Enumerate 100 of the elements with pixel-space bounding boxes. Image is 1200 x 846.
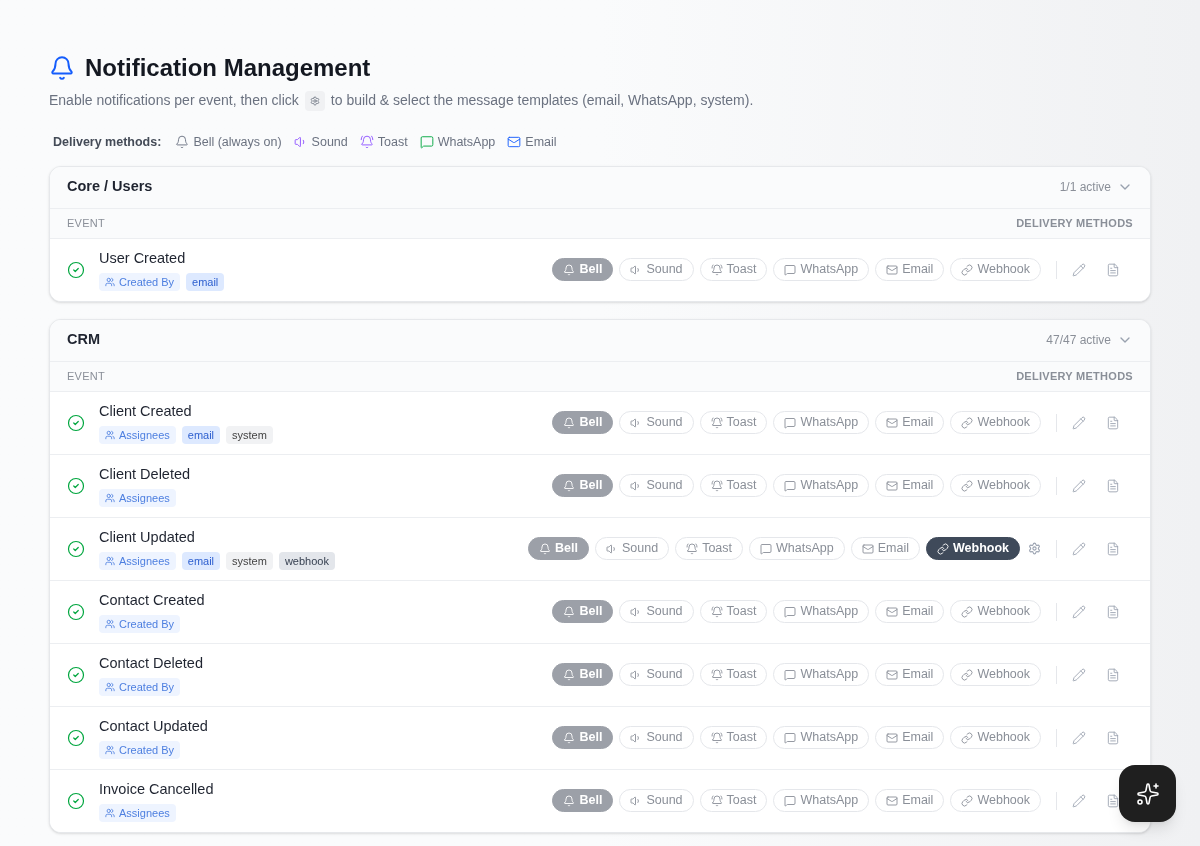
settings-icon[interactable] — [1028, 542, 1041, 556]
bell-toggle[interactable]: Bell — [552, 258, 614, 282]
sound-toggle[interactable]: Sound — [619, 600, 694, 624]
webhook-icon — [961, 479, 974, 492]
webhook-icon — [961, 605, 974, 618]
edit-icon[interactable] — [1072, 793, 1086, 808]
audience-tag: Created By — [99, 615, 181, 634]
sound-toggle[interactable]: Sound — [619, 411, 694, 435]
toast-icon — [710, 263, 723, 276]
legend-item: Bell (always on) — [193, 134, 282, 151]
audience-tag: Assignees — [99, 489, 176, 508]
email-toggle[interactable]: Email — [850, 537, 920, 561]
people-icon — [105, 745, 115, 756]
edit-icon[interactable] — [1072, 604, 1086, 619]
edit-icon[interactable] — [1072, 667, 1086, 682]
channel-tag: email — [186, 273, 225, 292]
toast-toggle[interactable]: Toast — [699, 474, 768, 498]
document-icon[interactable] — [1106, 793, 1120, 808]
webhook-toggle[interactable]: Webhook — [950, 474, 1041, 498]
toast-toggle[interactable]: Toast — [699, 600, 768, 624]
sound-toggle[interactable]: Sound — [595, 537, 670, 561]
whatsapp-toggle[interactable]: WhatsApp — [773, 474, 870, 498]
webhook-toggle[interactable]: Webhook — [950, 600, 1041, 624]
email-icon — [886, 479, 899, 492]
webhook-toggle[interactable]: Webhook — [950, 663, 1041, 687]
email-toggle[interactable]: Email — [875, 663, 945, 687]
sound-toggle[interactable]: Sound — [619, 726, 694, 750]
whatsapp-icon — [784, 794, 797, 807]
edit-icon[interactable] — [1072, 415, 1086, 430]
event-name: Contact Created — [99, 591, 205, 611]
settings-icon — [304, 90, 325, 111]
bell-icon — [563, 416, 576, 429]
toast-toggle[interactable]: Toast — [699, 663, 768, 687]
whatsapp-toggle[interactable]: WhatsApp — [749, 537, 845, 561]
webhook-icon — [961, 731, 974, 744]
toast-toggle[interactable]: Toast — [699, 258, 768, 282]
whatsapp-toggle[interactable]: WhatsApp — [773, 663, 870, 687]
webhook-toggle[interactable]: Webhook — [925, 537, 1020, 561]
webhook-icon — [961, 668, 974, 681]
subtitle-text: Enable notifications per event, then click — [49, 91, 299, 110]
toast-toggle[interactable]: Toast — [699, 789, 768, 813]
webhook-toggle[interactable]: Webhook — [950, 726, 1041, 750]
whatsapp-toggle[interactable]: WhatsApp — [773, 726, 870, 750]
edit-icon[interactable] — [1072, 541, 1086, 556]
toast-icon — [359, 135, 374, 150]
email-toggle[interactable]: Email — [875, 789, 945, 813]
whatsapp-icon — [784, 605, 797, 618]
sound-toggle[interactable]: Sound — [619, 663, 694, 687]
event-name: Client Deleted — [99, 465, 191, 485]
bell-icon — [539, 542, 552, 555]
toast-icon — [710, 479, 723, 492]
sound-toggle[interactable]: Sound — [619, 258, 694, 282]
email-toggle[interactable]: Email — [875, 474, 945, 498]
whatsapp-icon — [784, 731, 797, 744]
legend-label: Delivery methods: — [53, 134, 162, 151]
whatsapp-icon — [784, 668, 797, 681]
edit-icon[interactable] — [1072, 730, 1086, 745]
bell-toggle[interactable]: Bell — [552, 789, 614, 813]
section-header[interactable]: CRM 47/47 active — [50, 319, 1150, 361]
toast-icon — [710, 794, 723, 807]
whatsapp-toggle[interactable]: WhatsApp — [773, 258, 870, 282]
toast-toggle[interactable]: Toast — [699, 726, 768, 750]
assistant-button[interactable] — [1119, 765, 1176, 822]
channel-tag: email — [181, 552, 221, 571]
sound-icon — [606, 542, 618, 555]
bell-toggle[interactable]: Bell — [552, 726, 614, 750]
sound-toggle[interactable]: Sound — [619, 789, 694, 813]
email-toggle[interactable]: Email — [875, 411, 945, 435]
whatsapp-toggle[interactable]: WhatsApp — [773, 600, 870, 624]
people-icon — [105, 277, 115, 288]
bell-toggle[interactable]: Bell — [552, 663, 614, 687]
bell-toggle[interactable]: Bell — [552, 411, 614, 435]
legend-item: Toast — [377, 134, 408, 151]
email-toggle[interactable]: Email — [875, 600, 945, 624]
section-header[interactable]: Core / Users 1/1 active — [50, 166, 1150, 208]
section-title: Core / Users — [67, 177, 153, 197]
webhook-toggle[interactable]: Webhook — [950, 411, 1041, 435]
channel-tag: system — [226, 552, 273, 571]
section-title: CRM — [67, 330, 101, 350]
email-toggle[interactable]: Email — [875, 726, 945, 750]
toast-toggle[interactable]: Toast — [675, 537, 744, 561]
bell-toggle[interactable]: Bell — [552, 474, 614, 498]
people-icon — [105, 430, 115, 441]
event-name: User Created — [99, 249, 187, 269]
toast-toggle[interactable]: Toast — [699, 411, 768, 435]
whatsapp-toggle[interactable]: WhatsApp — [773, 789, 870, 813]
bell-icon — [49, 55, 75, 81]
email-icon — [886, 605, 899, 618]
email-toggle[interactable]: Email — [875, 258, 945, 282]
legend-item: WhatsApp — [437, 134, 496, 151]
subtitle-text: to build & select the message templates (email, WhatsApp, system). — [330, 91, 754, 110]
sound-toggle[interactable]: Sound — [619, 474, 694, 498]
edit-icon[interactable] — [1072, 478, 1086, 493]
webhook-toggle[interactable]: Webhook — [950, 258, 1041, 282]
edit-icon[interactable] — [1072, 262, 1086, 277]
bell-toggle[interactable]: Bell — [552, 600, 614, 624]
whatsapp-toggle[interactable]: WhatsApp — [773, 411, 870, 435]
bell-toggle[interactable]: Bell — [528, 537, 589, 561]
email-icon — [886, 668, 899, 681]
webhook-toggle[interactable]: Webhook — [950, 789, 1041, 813]
